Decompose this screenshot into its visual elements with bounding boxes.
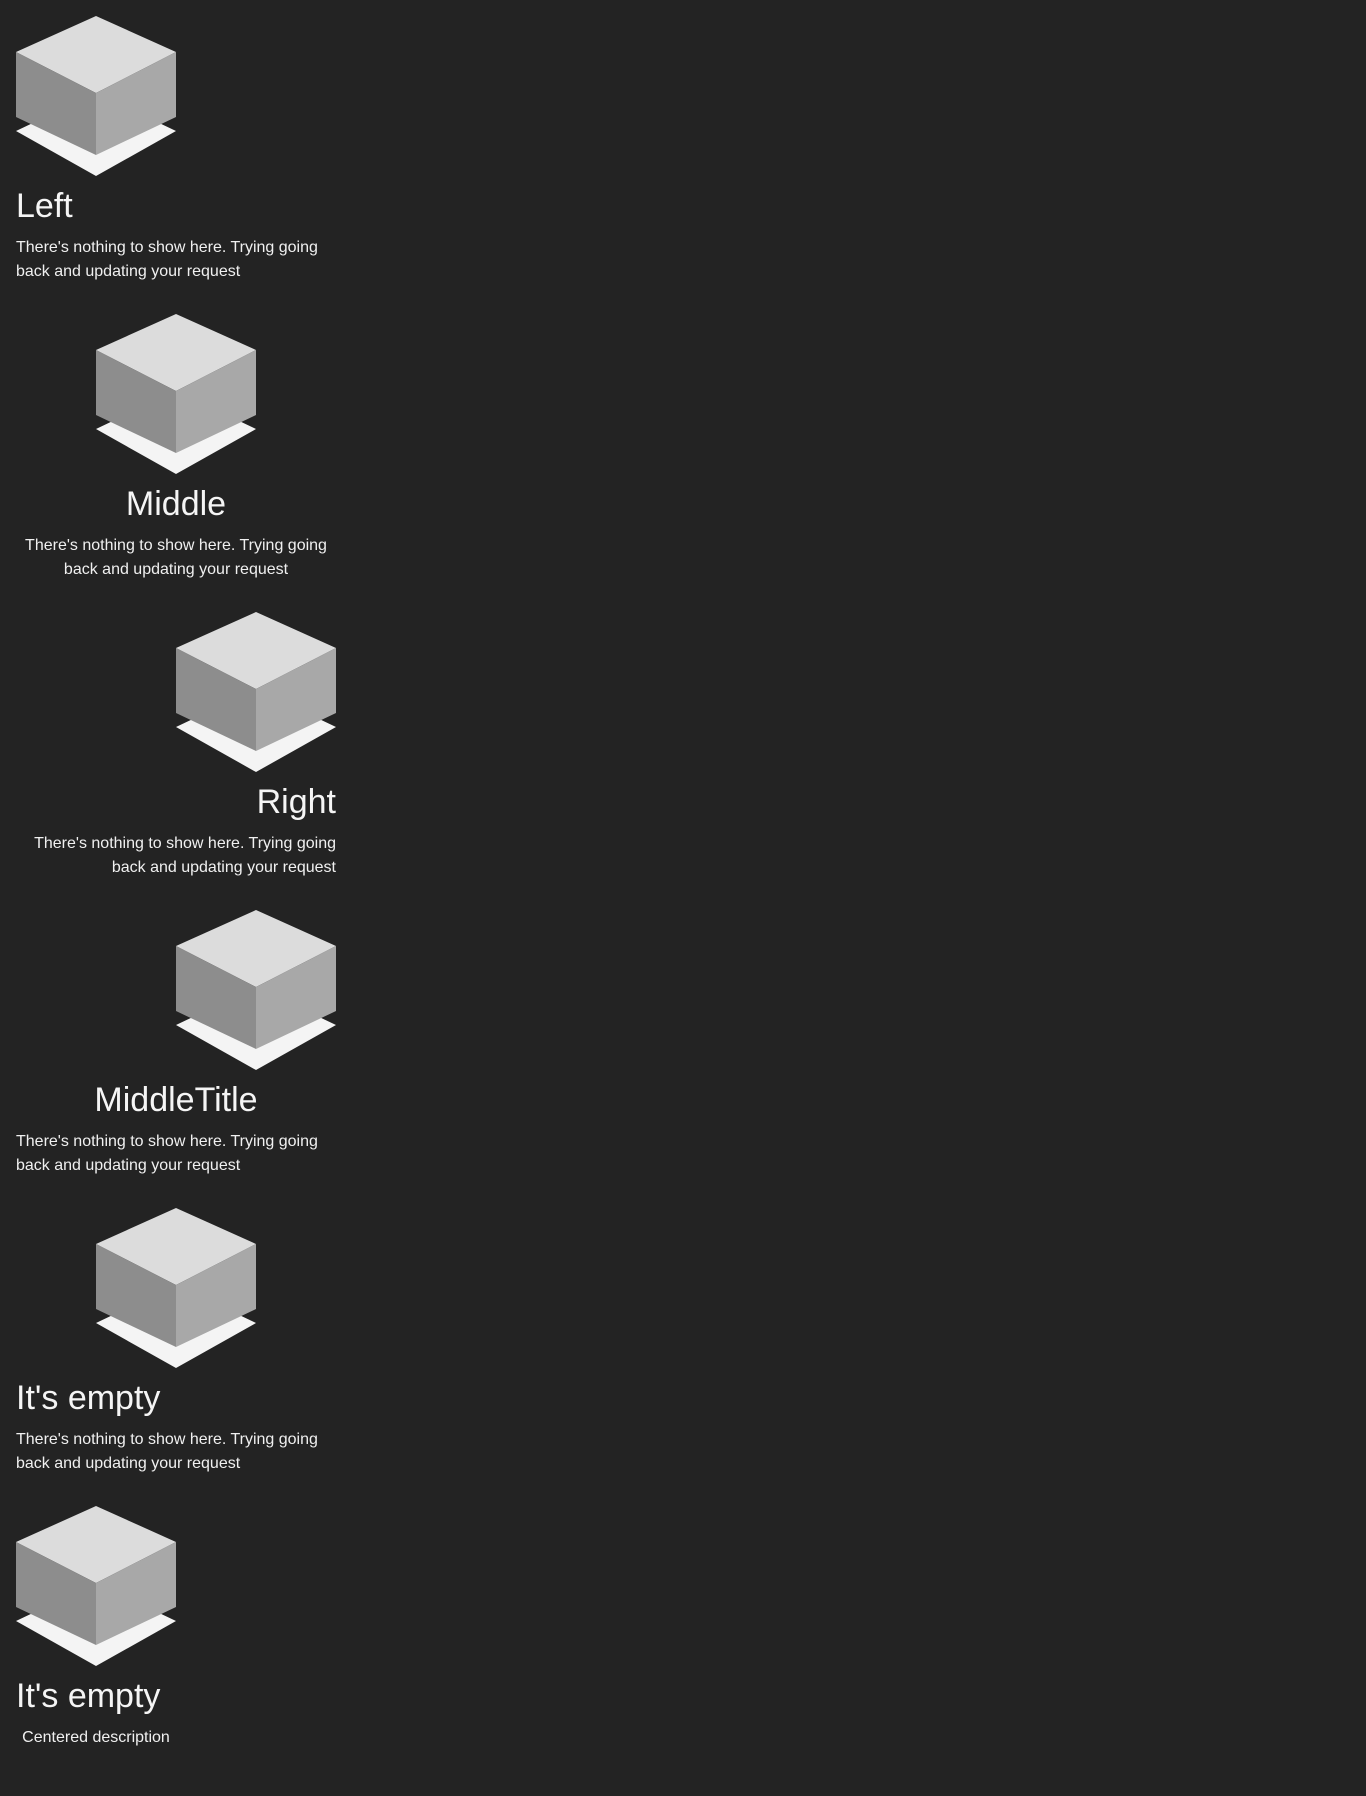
empty-state-left: Left There's nothing to show here. Tryin… xyxy=(16,16,336,284)
empty-state-title: It's empty xyxy=(16,1379,161,1417)
empty-state-description: Centered description xyxy=(22,1729,170,1746)
empty-box-icon xyxy=(16,1506,176,1666)
empty-state-title: It's empty xyxy=(16,1677,161,1715)
empty-state-description: There's nothing to show here. Trying goi… xyxy=(16,1431,318,1472)
empty-state-right: Right There's nothing to show here. Tryi… xyxy=(16,612,336,880)
empty-state-description: There's nothing to show here. Trying goi… xyxy=(34,835,336,876)
empty-state-title: Right xyxy=(256,783,336,821)
empty-box-icon xyxy=(176,910,336,1070)
empty-state-title: MiddleTitle xyxy=(94,1081,258,1119)
empty-state-centered-description: It's empty Centered description xyxy=(16,1506,336,1750)
empty-state-title: Middle xyxy=(125,485,227,523)
empty-box-icon xyxy=(96,314,256,474)
empty-state-title: Left xyxy=(16,187,73,225)
empty-state-default: It's empty There's nothing to show here.… xyxy=(16,1208,336,1476)
empty-state-description: There's nothing to show here. Trying goi… xyxy=(16,1133,318,1174)
empty-box-icon xyxy=(16,16,176,176)
empty-box-icon xyxy=(96,1208,256,1368)
empty-state-description: There's nothing to show here. Trying goi… xyxy=(25,537,327,578)
empty-state-description: There's nothing to show here. Trying goi… xyxy=(16,239,318,280)
empty-state-middle-title: MiddleTitle There's nothing to show here… xyxy=(16,910,336,1178)
empty-state-middle: Middle There's nothing to show here. Try… xyxy=(16,314,336,582)
empty-box-icon xyxy=(176,612,336,772)
